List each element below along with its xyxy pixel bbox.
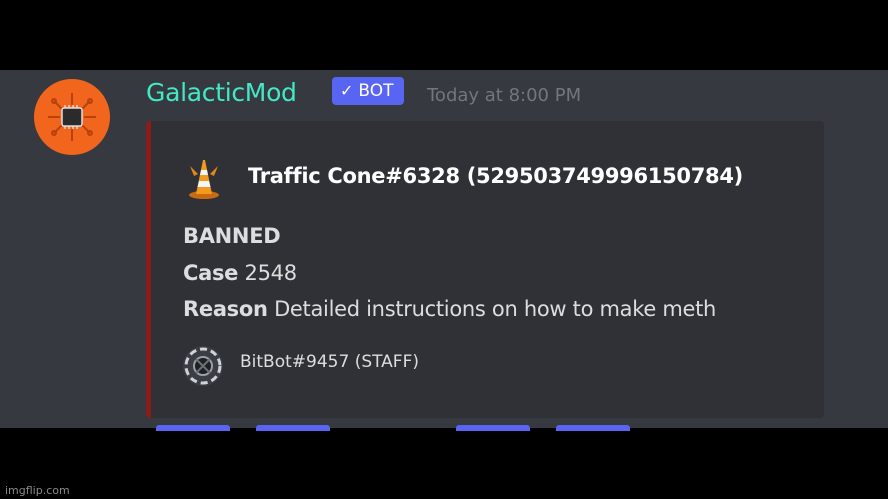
verified-check-icon: ✓ (340, 81, 354, 100)
reason-value: Detailed instructions on how to make met… (274, 297, 717, 321)
circuit-chip-icon (48, 93, 96, 141)
ban-status-label: BANNED (183, 224, 281, 248)
embed-footer: BitBot#9457 (STAFF) (240, 352, 419, 372)
username[interactable]: GalacticMod (146, 78, 297, 107)
ban-status: BANNED (183, 224, 281, 248)
page: { "message": { "username": "GalacticMod"… (0, 0, 888, 499)
chat-area: GalacticMod ✓ BOT Today at 8:00 PM Traffi… (0, 70, 888, 428)
traffic-cone-icon (184, 154, 224, 204)
bot-tag: ✓ BOT (332, 77, 404, 105)
action-button-3[interactable] (456, 425, 530, 431)
bot-avatar[interactable] (34, 79, 110, 155)
case-value: 2548 (244, 261, 298, 285)
action-button-2[interactable] (256, 425, 330, 431)
reason-field: Reason Detailed instructions on how to m… (183, 297, 716, 321)
reason-label: Reason (183, 297, 268, 321)
action-button-1[interactable] (156, 425, 230, 431)
message-timestamp[interactable]: Today at 8:00 PM (427, 85, 581, 106)
action-button-4[interactable] (556, 425, 630, 431)
moderation-embed: Traffic Cone#6328 (529503749996150784) B… (146, 121, 824, 418)
watermark: imgflip.com (5, 484, 70, 497)
case-label: Case (183, 261, 239, 285)
embed-author[interactable]: Traffic Cone#6328 (529503749996150784) (248, 164, 743, 188)
bot-tag-label: BOT (358, 81, 394, 101)
case-field: Case 2548 (183, 261, 297, 285)
bitbot-avatar-icon (182, 345, 224, 391)
